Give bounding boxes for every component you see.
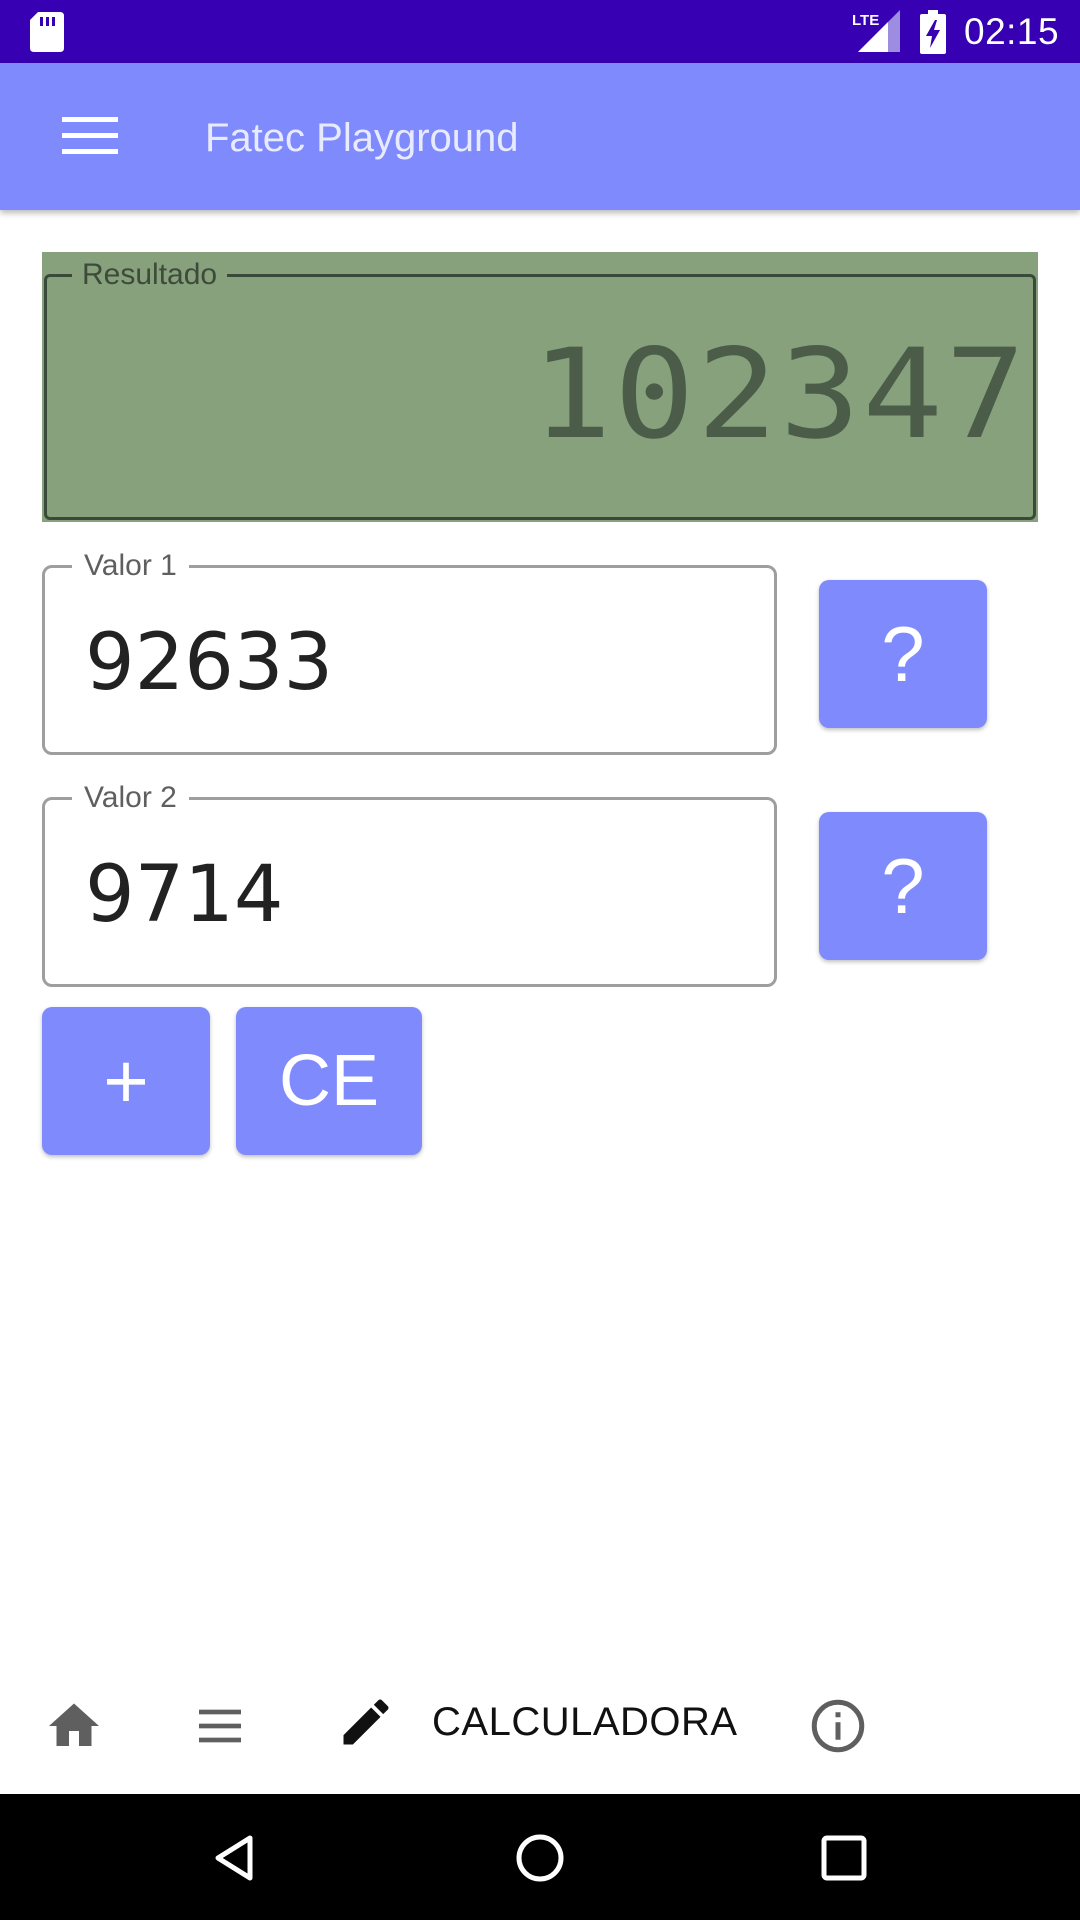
- valor1-field[interactable]: [42, 565, 777, 755]
- valor2-input[interactable]: [85, 850, 725, 940]
- home-circle-icon[interactable]: [514, 1832, 566, 1884]
- home-icon[interactable]: [44, 1696, 104, 1756]
- recents-icon[interactable]: [818, 1832, 870, 1884]
- result-value: 102347: [531, 323, 1028, 467]
- hamburger-menu-icon[interactable]: [52, 111, 128, 161]
- lte-signal-icon: LTE: [852, 10, 900, 52]
- add-button[interactable]: +: [42, 1007, 210, 1155]
- valor2-label: Valor 2: [72, 781, 189, 815]
- svg-text:LTE: LTE: [852, 12, 879, 29]
- battery-charging-icon: [920, 10, 946, 54]
- clear-entry-button[interactable]: CE: [236, 1007, 422, 1155]
- nav-item-calculadora[interactable]: CALCULADORA: [336, 1688, 738, 1764]
- valor1-help-button[interactable]: ?: [819, 580, 987, 728]
- info-icon[interactable]: [808, 1696, 868, 1756]
- status-bar: LTE 02:15: [0, 0, 1080, 63]
- app-title: Fatec Playground: [205, 116, 519, 160]
- back-icon[interactable]: [210, 1832, 262, 1884]
- system-navigation-bar: [0, 1794, 1080, 1920]
- sd-card-icon: [30, 12, 64, 52]
- valor2-field[interactable]: [42, 797, 777, 987]
- valor2-help-button[interactable]: ?: [819, 812, 987, 960]
- app-bar: Fatec Playground: [0, 63, 1080, 210]
- result-label: Resultado: [72, 258, 228, 292]
- valor1-input[interactable]: [85, 618, 725, 708]
- bottom-navigation: CALCULADORA: [0, 1658, 1080, 1794]
- nav-calculadora-label: CALCULADORA: [432, 1700, 738, 1744]
- pencil-icon: [343, 1699, 389, 1745]
- valor1-label: Valor 1: [72, 549, 189, 583]
- status-time: 02:15: [964, 11, 1060, 52]
- list-icon[interactable]: [192, 1698, 248, 1754]
